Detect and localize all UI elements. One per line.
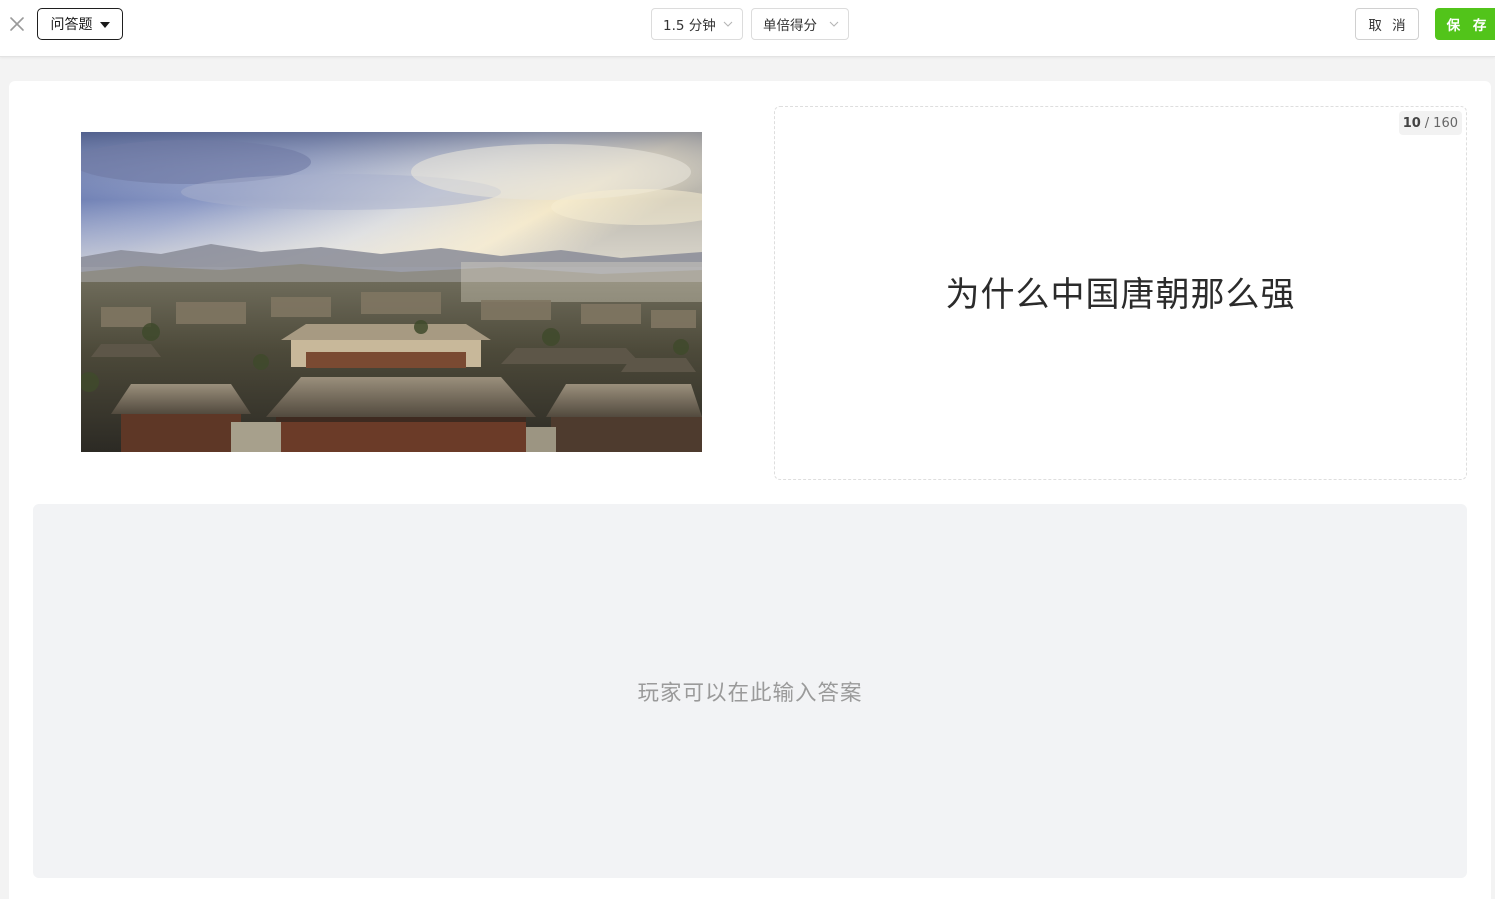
- score-mode-value: 单倍得分: [763, 18, 817, 34]
- chevron-down-icon: [829, 21, 839, 27]
- answer-input-area[interactable]: 玩家可以在此输入答案: [33, 504, 1467, 878]
- question-image[interactable]: [81, 132, 702, 452]
- answer-placeholder: 玩家可以在此输入答案: [637, 681, 863, 706]
- char-count: 10: [1402, 115, 1421, 131]
- char-counter: 10 / 160: [1398, 111, 1462, 135]
- question-type-select[interactable]: 问答题: [37, 8, 123, 40]
- char-separator: /: [1424, 115, 1430, 131]
- score-mode-dropdown[interactable]: 单倍得分: [751, 8, 849, 40]
- question-text-editor[interactable]: 10 / 160 为什么中国唐朝那么强: [774, 106, 1467, 480]
- top-toolbar: 问答题 1.5 分钟 单倍得分 取 消 保 存: [0, 0, 1495, 57]
- question-text: 为什么中国唐朝那么强: [945, 275, 1296, 315]
- cancel-button[interactable]: 取 消: [1355, 8, 1419, 40]
- time-limit-value: 1.5 分钟: [663, 18, 716, 34]
- close-icon[interactable]: [8, 15, 26, 33]
- time-limit-dropdown[interactable]: 1.5 分钟: [651, 8, 743, 40]
- question-type-label: 问答题: [50, 17, 93, 33]
- save-button[interactable]: 保 存: [1435, 8, 1495, 40]
- caret-down-icon: [99, 21, 110, 28]
- chevron-down-icon: [723, 21, 733, 27]
- question-editor-card: 10 / 160 为什么中国唐朝那么强 玩家可以在此输入答案: [9, 81, 1491, 899]
- char-limit: 160: [1433, 115, 1458, 131]
